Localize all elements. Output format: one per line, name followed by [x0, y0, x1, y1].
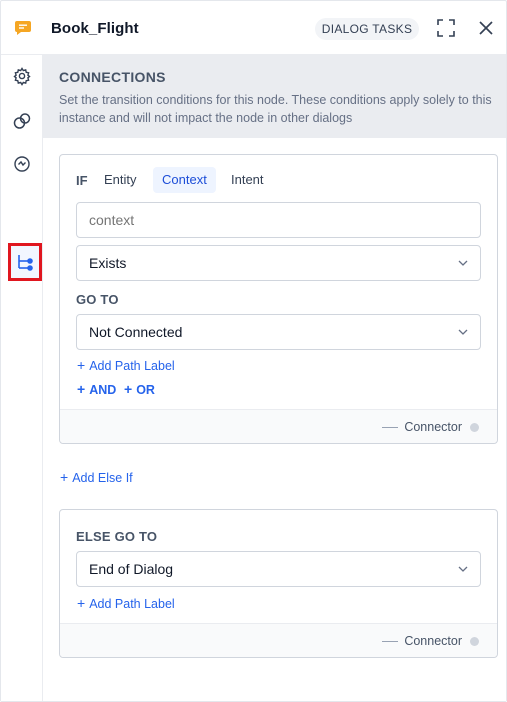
add-else-if-button[interactable]: + Add Else If: [60, 469, 133, 485]
node-properties-panel: Book_Flight DIALOG TASKS CONNECTIONS Set…: [0, 0, 507, 702]
plus-icon: +: [77, 357, 86, 373]
message-icon: [15, 21, 31, 35]
dialog-tasks-badge[interactable]: DIALOG TASKS: [315, 18, 419, 40]
go-to-label: GO TO: [76, 292, 119, 307]
add-or-button[interactable]: + OR: [124, 381, 155, 397]
tab-intent[interactable]: Intent: [222, 167, 273, 193]
else-go-to-select[interactable]: End of Dialog: [76, 551, 481, 587]
else-select-value: End of Dialog: [89, 561, 174, 577]
condition-select[interactable]: Exists: [76, 245, 481, 281]
condition-select-value: Exists: [89, 255, 127, 271]
connector[interactable]: Connector: [382, 634, 479, 648]
connector[interactable]: Connector: [382, 420, 479, 434]
expand-icon[interactable]: [437, 19, 455, 37]
plus-icon: +: [77, 595, 86, 611]
panel-header: Book_Flight DIALOG TASKS: [1, 1, 506, 55]
plus-icon: +: [60, 469, 69, 485]
connector-dot[interactable]: [470, 636, 479, 646]
connections-content: CONNECTIONS Set the transition condition…: [43, 55, 506, 701]
else-card-footer: Connector: [60, 623, 497, 657]
if-condition-card: IF Entity Context Intent Exists GO TO No…: [59, 154, 498, 444]
chevron-down-icon: [458, 260, 468, 266]
plus-icon: +: [124, 381, 133, 397]
connector-label: Connector: [404, 634, 462, 648]
section-description: Set the transition conditions for this n…: [59, 93, 492, 125]
connections-icon[interactable]: [15, 252, 35, 272]
section-title: CONNECTIONS: [59, 69, 166, 85]
connector-line: [382, 426, 399, 428]
chevron-down-icon: [458, 566, 468, 572]
if-label: IF: [76, 173, 88, 188]
connector-dot[interactable]: [470, 422, 479, 432]
page-title: Book_Flight: [51, 20, 139, 37]
gear-icon[interactable]: [12, 66, 32, 86]
history-icon[interactable]: [12, 154, 32, 174]
chevron-down-icon: [458, 329, 468, 335]
context-input[interactable]: [76, 202, 481, 238]
add-and-button[interactable]: + AND: [77, 381, 116, 397]
side-rail: [1, 55, 43, 701]
else-card: ELSE GO TO End of Dialog + Add Path Label…: [59, 509, 498, 658]
if-card-footer: Connector: [60, 409, 497, 443]
else-add-path-label-button[interactable]: + Add Path Label: [77, 595, 175, 611]
tab-context[interactable]: Context: [153, 167, 216, 193]
link-icon[interactable]: [12, 111, 32, 131]
plus-icon: +: [77, 381, 86, 397]
connector-label: Connector: [404, 420, 462, 434]
connections-section-header: CONNECTIONS Set the transition condition…: [43, 55, 506, 138]
else-go-to-label: ELSE GO TO: [76, 529, 158, 544]
close-icon[interactable]: [478, 20, 494, 36]
add-path-label-button[interactable]: + Add Path Label: [77, 357, 175, 373]
go-to-select[interactable]: Not Connected: [76, 314, 481, 350]
tab-entity[interactable]: Entity: [95, 167, 146, 193]
connector-line: [382, 640, 399, 642]
go-to-select-value: Not Connected: [89, 324, 183, 340]
connections-tab-highlight[interactable]: [8, 243, 42, 281]
